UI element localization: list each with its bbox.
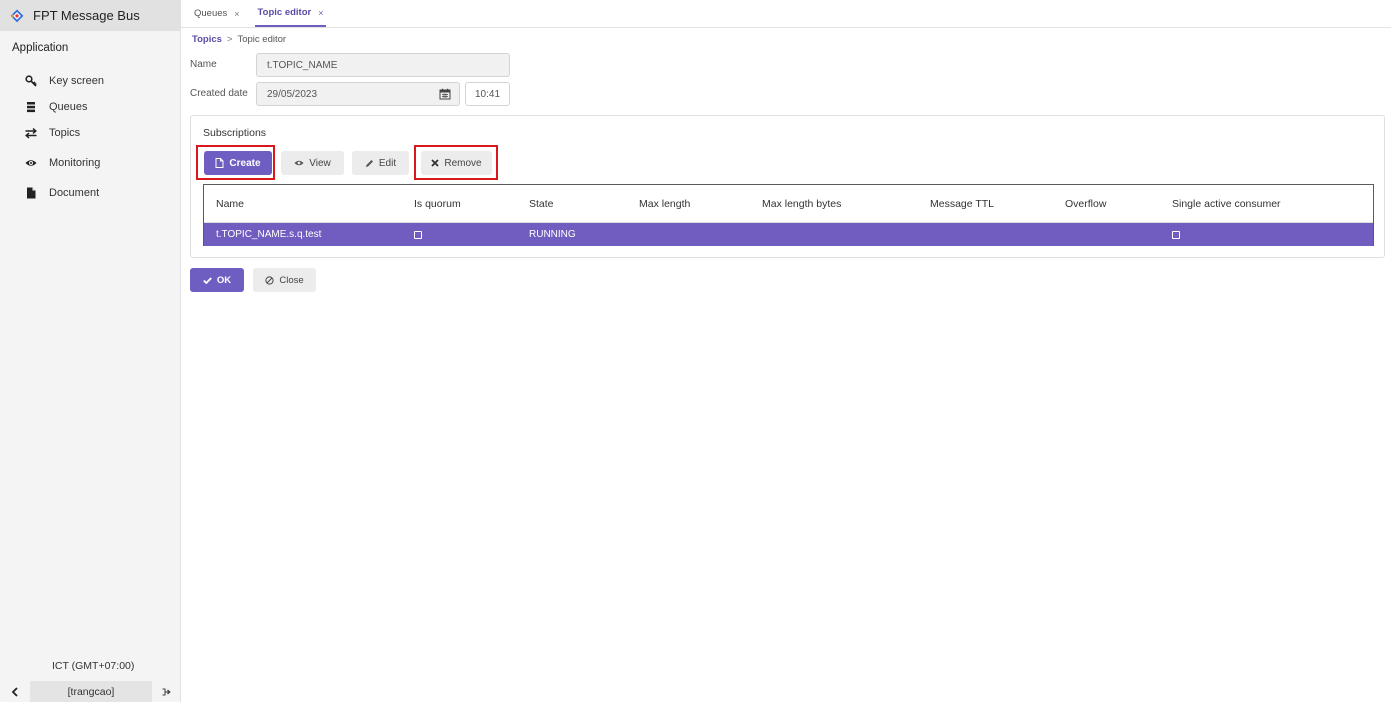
close-button[interactable]: Close: [253, 268, 316, 292]
created-date-input[interactable]: 29/05/2023: [256, 82, 460, 106]
single-active-consumer-checkbox[interactable]: [1172, 230, 1180, 239]
queue-list-icon: [25, 101, 37, 113]
column-header-overflow[interactable]: Overflow: [1065, 185, 1106, 223]
exchange-arrows-icon: [25, 127, 37, 139]
breadcrumb: Topics > Topic editor: [192, 34, 286, 45]
breadcrumb-current: Topic editor: [237, 34, 287, 45]
eye-icon: [25, 157, 37, 169]
ok-button-label: OK: [216, 274, 232, 286]
sidebar-item-label: Monitoring: [49, 157, 101, 169]
is-quorum-checkbox[interactable]: [414, 230, 422, 239]
tab-bar: Queues × Topic editor ×: [181, 0, 1391, 28]
document-icon: [25, 187, 37, 199]
sidebar: FPT Message Bus Application Key screen Q…: [0, 0, 181, 702]
tab-label: Queues: [194, 8, 228, 19]
created-date-label: Created date: [190, 88, 248, 99]
logout-icon: [162, 688, 171, 695]
created-time-input[interactable]: 10:41: [465, 82, 510, 106]
ban-icon: [265, 275, 274, 285]
column-header-name[interactable]: Name: [216, 185, 244, 223]
ok-button[interactable]: OK: [190, 268, 244, 292]
cell-state: RUNNING: [529, 229, 576, 240]
subscriptions-panel: Subscriptions Create View Edit Remove Na…: [190, 115, 1385, 258]
close-button-label: Close: [279, 274, 304, 286]
column-header-state[interactable]: State: [529, 185, 554, 223]
timezone-label: ICT (GMT+07:00): [52, 660, 135, 672]
eye-icon: [294, 159, 304, 167]
sidebar-item-document[interactable]: Document: [0, 180, 180, 206]
edit-button-label: Edit: [378, 157, 397, 169]
column-header-is-quorum[interactable]: Is quorum: [414, 185, 461, 223]
sidebar-item-label: Queues: [49, 101, 88, 113]
tab-topic-editor[interactable]: Topic editor ×: [254, 0, 327, 27]
sidebar-footer: [trangcao]: [0, 681, 180, 702]
breadcrumb-topics-link[interactable]: Topics: [192, 34, 222, 45]
chevron-left-icon: [11, 686, 18, 697]
view-button[interactable]: View: [281, 151, 344, 175]
calendar-icon[interactable]: [439, 88, 451, 100]
column-header-max-length-bytes[interactable]: Max length bytes: [762, 185, 841, 223]
name-label: Name: [190, 59, 217, 70]
created-date-value: 29/05/2023: [267, 88, 318, 100]
column-header-single-active-consumer[interactable]: Single active consumer: [1172, 185, 1281, 223]
sidebar-item-topics[interactable]: Topics: [0, 120, 180, 146]
close-tab-icon[interactable]: ×: [234, 9, 239, 19]
check-icon: [203, 276, 212, 284]
subscriptions-title: Subscriptions: [203, 127, 267, 139]
edit-button[interactable]: Edit: [352, 151, 409, 175]
sidebar-item-key-screen[interactable]: Key screen: [0, 68, 180, 94]
pencil-icon: [365, 159, 374, 168]
fpt-logo-icon: [10, 9, 24, 22]
view-button-label: View: [309, 157, 331, 169]
cell-single-active-consumer: [1172, 223, 1180, 246]
table-header: Name Is quorum State Max length Max leng…: [204, 185, 1373, 223]
table-row[interactable]: t.TOPIC_NAME.s.q.test RUNNING: [204, 223, 1373, 246]
subscriptions-table: Name Is quorum State Max length Max leng…: [203, 184, 1374, 246]
sidebar-item-label: Topics: [49, 127, 81, 139]
cell-name: t.TOPIC_NAME.s.q.test: [216, 229, 322, 240]
cell-is-quorum: [414, 223, 422, 246]
sidebar-section-title: Application: [12, 42, 69, 54]
key-icon: [25, 75, 37, 87]
close-tab-icon[interactable]: ×: [318, 8, 323, 18]
sidebar-item-label: Document: [49, 187, 100, 199]
sidebar-item-monitoring[interactable]: Monitoring: [0, 150, 180, 176]
remove-highlight-box: [414, 145, 498, 180]
current-user: [trangcao]: [30, 681, 152, 702]
app-title: FPT Message Bus: [33, 8, 140, 23]
sidebar-item-label: Key screen: [49, 75, 105, 87]
brand-header: FPT Message Bus: [0, 0, 180, 31]
column-header-max-length[interactable]: Max length: [639, 185, 690, 223]
breadcrumb-separator: >: [226, 34, 233, 45]
name-input[interactable]: t.TOPIC_NAME: [256, 53, 510, 77]
create-highlight-box: [196, 145, 275, 180]
collapse-sidebar-button[interactable]: [0, 681, 30, 702]
tab-label: Topic editor: [257, 7, 312, 18]
column-header-message-ttl[interactable]: Message TTL: [930, 185, 994, 223]
tab-queues[interactable]: Queues ×: [191, 0, 243, 27]
sidebar-item-queues[interactable]: Queues: [0, 94, 180, 120]
sidebar-nav: Key screen Queues Topics Monitoring Docu…: [0, 68, 180, 206]
logout-button[interactable]: [152, 681, 180, 702]
